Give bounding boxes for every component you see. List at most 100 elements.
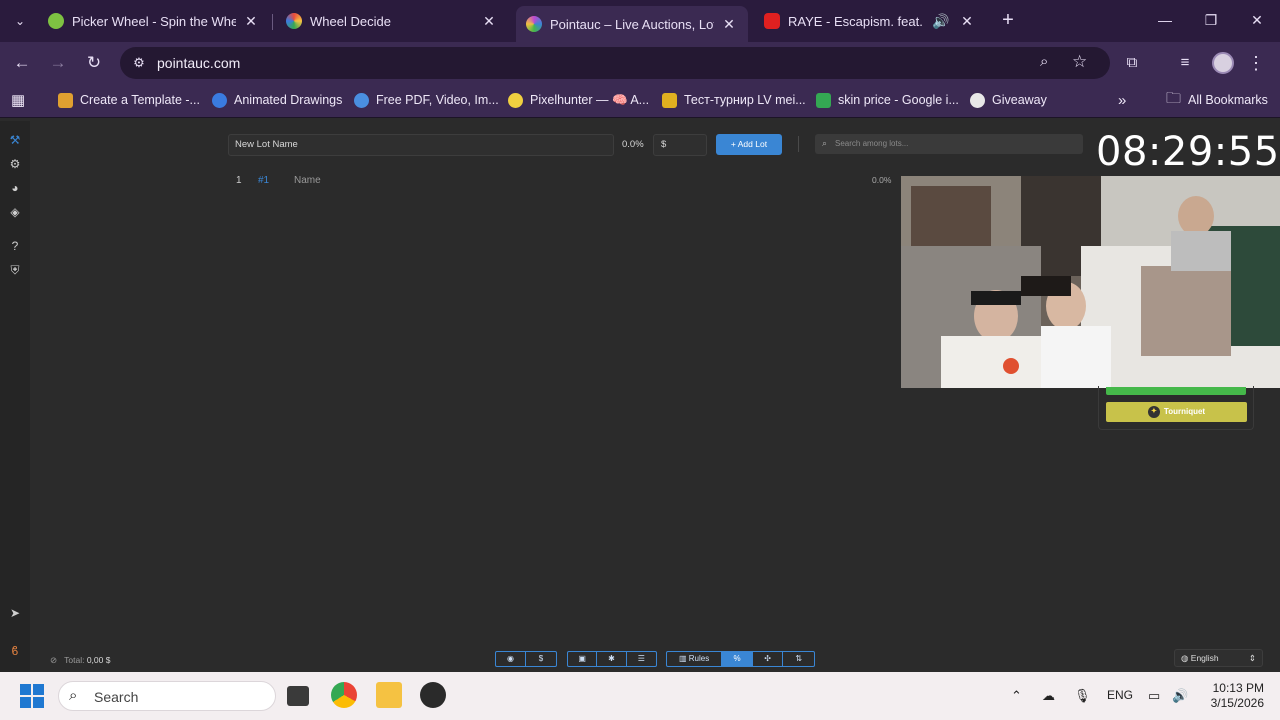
- reload-button[interactable]: ↻: [81, 50, 107, 76]
- windows-taskbar: ⌕ Search ⌃ ☁ 🎙 ENG ▭ 🔊 10:13 PM 3/15/202…: [0, 672, 1280, 720]
- audio-playing-icon[interactable]: 🔊: [930, 13, 952, 30]
- settings-gear-icon[interactable]: ⚙: [7, 156, 23, 172]
- taskbar-clock[interactable]: 10:13 PM 3/15/2026: [1200, 681, 1264, 711]
- cloud-off-icon[interactable]: ☁: [1042, 688, 1055, 704]
- bookmark-favicon-icon: [354, 92, 369, 108]
- search-lots-input[interactable]: ⌕ Search among lots...: [815, 134, 1083, 154]
- bookmark-skin-price[interactable]: skin price - Google i...: [816, 90, 959, 110]
- back-button[interactable]: ←: [9, 50, 35, 76]
- donate-dollar-icon[interactable]: $: [526, 652, 556, 666]
- folder-icon: 🗀: [1166, 89, 1182, 107]
- address-bar[interactable]: ⚙ pointauc.com ⌕ ☆: [120, 47, 1110, 79]
- total-display: ⊘ Total: 0,00 $: [50, 655, 111, 665]
- close-tab-icon[interactable]: ✕: [958, 13, 976, 30]
- close-tab-icon[interactable]: ✕: [720, 16, 738, 33]
- select-arrows-icon: ⇕: [1248, 653, 1256, 663]
- new-tab-button[interactable]: +: [996, 9, 1020, 33]
- lot-id: #1: [258, 175, 270, 186]
- new-lot-name-input[interactable]: New Lot Name: [228, 134, 614, 156]
- tab-youtube-raye[interactable]: RAYE - Escapism. feat. 070 S 🔊 ✕: [754, 6, 986, 36]
- eye-off-icon[interactable]: ⊘: [50, 655, 57, 665]
- site-info-icon[interactable]: ⚙: [129, 53, 149, 73]
- tab-pointauc[interactable]: Pointauc – Live Auctions, Lotter ✕: [516, 6, 748, 42]
- close-window-button[interactable]: ✕: [1242, 8, 1272, 32]
- tourniquet-button[interactable]: ✦ Tourniquet: [1106, 402, 1247, 422]
- tab-picker-wheel[interactable]: Picker Wheel - Spin the Wheel t ✕: [38, 6, 270, 36]
- show-hidden-icons[interactable]: ⌃: [1011, 688, 1022, 704]
- search-icon: ⌕: [822, 138, 828, 148]
- crown-icon: [662, 92, 677, 108]
- bookmark-test-tournament[interactable]: Тест-турнир LV mei...: [662, 90, 806, 110]
- microphone-icon[interactable]: 🎙: [1074, 688, 1091, 704]
- menu-kebab-icon[interactable]: ⋮: [1243, 50, 1269, 76]
- timer-display: 08:29:55: [1096, 129, 1280, 175]
- webcam-image: [901, 176, 1280, 388]
- profile-avatar[interactable]: [1212, 52, 1234, 74]
- close-tab-icon[interactable]: ✕: [480, 13, 498, 30]
- add-lot-button[interactable]: + Add Lot: [716, 134, 782, 155]
- language-indicator[interactable]: ENG: [1107, 688, 1133, 702]
- bug-icon[interactable]: ✱: [597, 652, 627, 666]
- lot-name-field[interactable]: Name: [294, 175, 321, 186]
- compress-icon[interactable]: ✣: [753, 652, 784, 666]
- bookmark-create-template[interactable]: Create a Template -...: [58, 90, 200, 110]
- rules-button[interactable]: ▥ Rules: [667, 652, 723, 666]
- telegram-icon[interactable]: ➤: [7, 605, 23, 621]
- pointauc-favicon-icon: [526, 16, 542, 32]
- sort-icon[interactable]: ⇅: [783, 652, 814, 666]
- tab-search-chevron-icon[interactable]: ⌄: [8, 9, 32, 33]
- globe-icon: ◍: [1181, 653, 1191, 663]
- new-lot-percent: 0.0%: [622, 139, 644, 150]
- layers-icon[interactable]: ◈: [7, 204, 23, 220]
- save-icon[interactable]: ▣: [568, 652, 598, 666]
- links-button-group: ◉ $: [495, 651, 557, 667]
- search-icon: ⌕: [69, 687, 78, 704]
- url-text: pointauc.com: [157, 55, 241, 71]
- boosty-icon[interactable]: ϐ: [7, 643, 23, 659]
- percent-toggle-icon[interactable]: %: [722, 652, 753, 666]
- help-icon[interactable]: ?: [7, 238, 23, 254]
- plus-icon: +: [730, 139, 738, 149]
- forward-button[interactable]: →: [45, 50, 71, 76]
- lot-row[interactable]: 1 #1 Name 0.0%: [232, 173, 892, 189]
- wheel-icon[interactable]: ◕: [7, 180, 23, 196]
- language-select[interactable]: ◍ English ⇕: [1174, 649, 1263, 667]
- extensions-icon[interactable]: ⧉: [1119, 50, 1145, 76]
- more-bookmarks-icon[interactable]: »: [1118, 90, 1126, 110]
- restore-button[interactable]: ❐: [1196, 8, 1226, 32]
- bookmarks-bar: ▦ Create a Template -... Animated Drawin…: [0, 82, 1280, 118]
- bookmark-pixelhunter[interactable]: Pixelhunter — 🧠 A...: [508, 90, 649, 110]
- bookmark-favicon-icon: [58, 92, 73, 108]
- list-edit-icon[interactable]: ☰: [627, 652, 656, 666]
- file-explorer-icon[interactable]: [376, 682, 402, 708]
- windows-start-button[interactable]: [20, 684, 44, 708]
- all-bookmarks-folder[interactable]: 🗀 All Bookmarks: [1166, 90, 1268, 110]
- bookmark-star-icon[interactable]: ☆: [1072, 52, 1087, 72]
- tab-wheel-decide[interactable]: Wheel Decide ✕: [276, 6, 508, 36]
- tourniquet-icon: ✦: [1147, 405, 1160, 418]
- zoom-search-icon[interactable]: ⌕: [1040, 53, 1048, 70]
- book-icon: ▥: [679, 654, 689, 663]
- bookmark-free-pdf[interactable]: Free PDF, Video, Im...: [354, 90, 499, 110]
- amount-input[interactable]: $: [653, 134, 707, 156]
- bookmark-giveaway[interactable]: Giveaway: [970, 90, 1047, 110]
- obs-icon[interactable]: [420, 682, 446, 708]
- github-icon[interactable]: ◉: [496, 652, 526, 666]
- close-tab-icon[interactable]: ✕: [242, 13, 260, 30]
- auction-hammer-icon[interactable]: ⚒: [7, 132, 23, 148]
- network-icon[interactable]: ▭: [1148, 688, 1160, 704]
- apps-grid-icon[interactable]: ▦: [11, 90, 25, 110]
- sheets-icon: [816, 92, 831, 108]
- bookmark-animated-drawings[interactable]: Animated Drawings: [212, 90, 342, 110]
- minimize-button[interactable]: —: [1150, 8, 1180, 32]
- green-mode-button[interactable]: [1106, 387, 1246, 395]
- lot-number: 1: [236, 175, 242, 186]
- browser-toolbar: ← → ↻ ⚙ pointauc.com ⌕ ☆ ⧉ ≡ ⋮: [0, 42, 1280, 82]
- shield-icon[interactable]: ⛨: [7, 262, 23, 278]
- chrome-taskbar-icon[interactable]: [331, 682, 357, 708]
- volume-icon[interactable]: 🔊: [1172, 688, 1188, 704]
- tab-bar: ⌄ Picker Wheel - Spin the Wheel t ✕ Whee…: [0, 0, 1280, 42]
- media-control-icon[interactable]: ≡: [1172, 50, 1198, 76]
- taskbar-search[interactable]: ⌕ Search: [58, 681, 276, 711]
- task-view-icon[interactable]: [287, 686, 309, 706]
